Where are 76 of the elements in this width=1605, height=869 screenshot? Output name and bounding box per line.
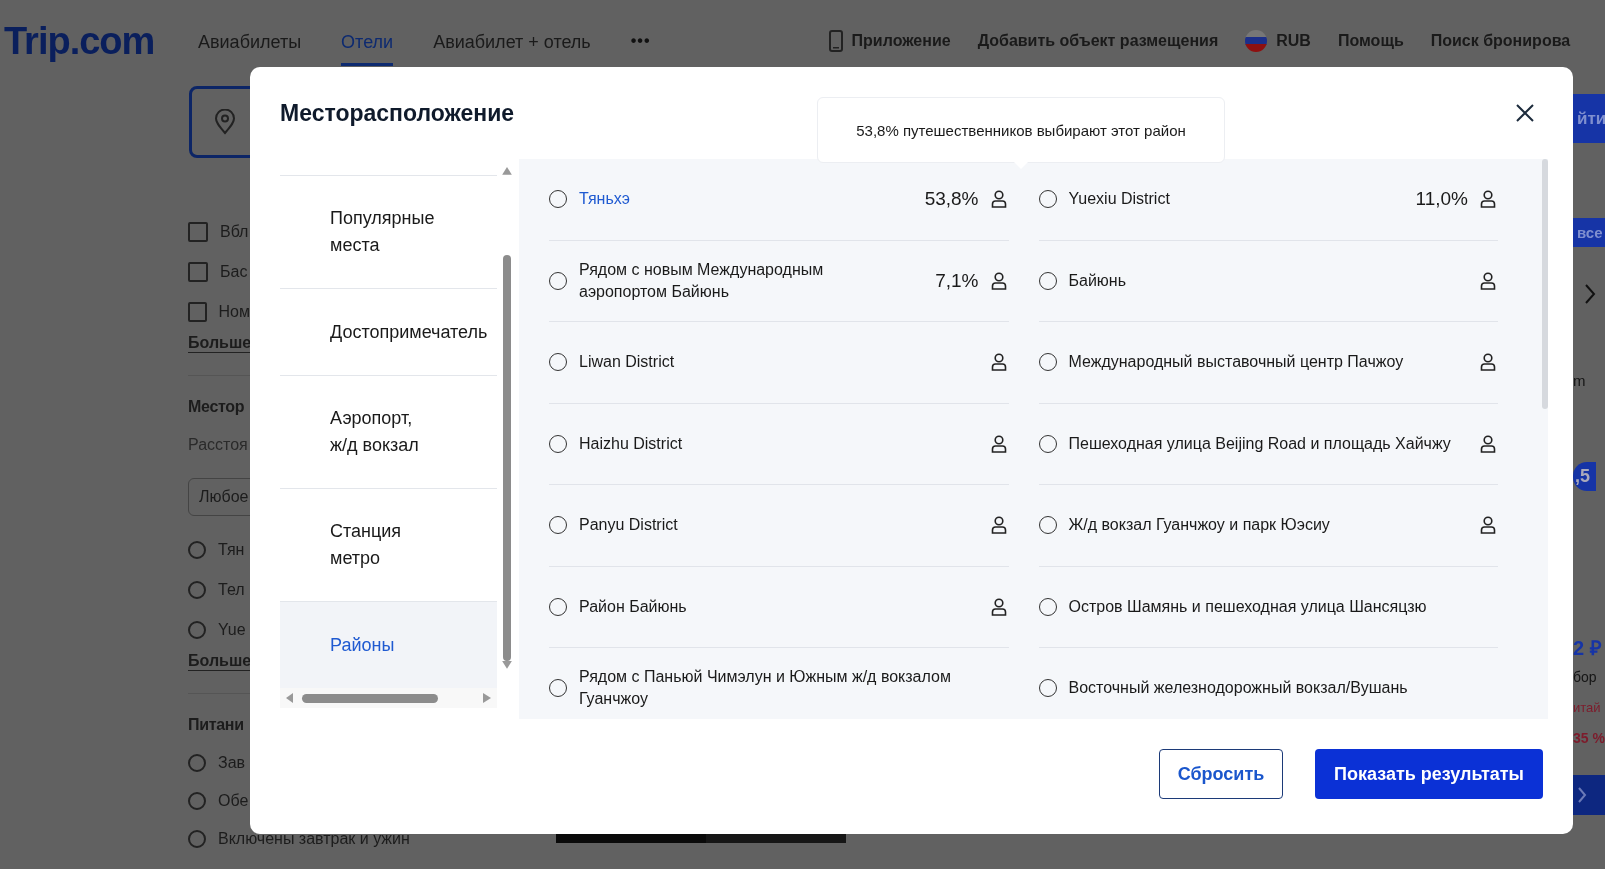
district-name: Рядом с новым Международным аэропортом Байюнь [579,259,825,302]
checkbox[interactable] [188,262,208,282]
horizontal-scrollbar[interactable] [280,688,497,708]
district-name: Международный выставочный центр Пачжоу [1068,352,1405,373]
traveler-share: 53,8% [924,188,979,211]
category-tab[interactable]: Районы [280,602,497,688]
radio-button[interactable] [188,754,206,772]
district-option[interactable]: Тяньхэ 53,8% [549,159,1009,241]
filter-label: Тян [218,541,245,559]
rating-badge: ,5 [1573,462,1596,491]
section-title: Питани [188,716,245,734]
flag-icon [1245,30,1268,52]
district-name: Остров Шамянь и пешеходная улица Шансяцзю [1068,596,1428,617]
checkbox[interactable] [188,222,208,242]
district-option[interactable]: Yuexiu District 11,0% [1038,159,1498,241]
district-name: Тяньхэ [579,189,631,210]
district-name: Panyu District [579,515,679,536]
category-tab[interactable]: Популярные места [280,176,497,289]
traveler-share: 7,1% [935,269,979,292]
checkbox[interactable] [188,302,207,322]
radio-button[interactable] [188,541,206,559]
filter-label: Зав [218,754,246,772]
district-name: Рядом с Паньюй Чимэлун и Южным ж/д вокзалом Гуанчжоу [579,667,952,710]
filter-label: Yue [218,621,246,639]
chevron-right-icon[interactable] [1583,283,1597,305]
dialog-title: Месторасположение [280,99,515,127]
scroll-up-icon[interactable] [502,167,512,175]
close-icon [1515,103,1535,123]
district-option[interactable]: Район Байюнь [549,566,1009,648]
district-name: Байюнь [1068,270,1127,291]
district-option[interactable]: Пешеходная улица Beijing Road и площадь Хайчжу [1038,403,1498,485]
district-name: Восточный железнодорожный вокзал/Вушань [1068,678,1409,699]
district-option[interactable]: Liwan District [549,322,1009,404]
section-title: Местор [188,398,246,416]
price: 2 ₽ [1573,636,1602,661]
district-name: Район Байюнь [579,596,688,617]
price-note: бор [1573,669,1597,685]
district-name: Ж/д вокзал Гуанчжоу и парк Юэсиу [1068,515,1331,536]
district-option[interactable]: Haizhu District [549,403,1009,485]
radio-button[interactable] [188,792,206,810]
radio-button[interactable] [188,830,206,848]
category-tab[interactable]: Аэропорт, ж/д вокзал [280,376,497,489]
promo-text: итай [1573,700,1601,715]
scroll-left-icon[interactable] [286,693,294,703]
radio-button[interactable] [188,621,206,639]
reset-button[interactable]: Сбросить [1159,749,1283,799]
chevron-right-icon [1577,786,1587,804]
phone-icon [828,30,843,52]
filter-label: Включены завтрак и ужин [218,830,410,848]
district-option[interactable]: Panyu District [549,485,1009,567]
district-name: Пешеходная улица Beijing Road и площадь Хайчжу [1068,433,1452,454]
select-button[interactable] [1573,775,1605,815]
district-option[interactable]: Байюнь [1038,240,1498,322]
district-name: Yuexiu District [1068,189,1171,210]
show-results-button[interactable]: Показать результаты [1315,749,1543,799]
radio-button[interactable] [188,581,206,599]
district-option[interactable]: Ж/д вокзал Гуанчжоу и парк Юэсиу [1038,485,1498,567]
tooltip: 53,8% путешественников выбирают этот район [817,97,1225,163]
filter-label: Вбл [220,223,249,241]
district-option[interactable]: Рядом с Паньюй Чимэлун и Южным ж/д вокзалом Гуанчжоу [549,648,1009,719]
district-option[interactable]: Остров Шамянь и пешеходная улица Шансяцзю [1038,566,1498,648]
scroll-right-icon[interactable] [483,693,491,703]
district-name: Liwan District [579,352,676,373]
section-subtitle: Расстоя [188,436,249,454]
district-option[interactable]: Восточный железнодорожный вокзал/Вушань [1038,648,1498,719]
district-option[interactable]: Рядом с новым Международным аэропортом Байюнь 7,1% [549,240,1009,322]
filter-label: Бас [220,263,248,281]
filter-label: Ном [218,303,250,321]
location-pin-icon [214,109,236,135]
discount-text: 35 % [1573,730,1605,746]
district-name: Haizhu District [579,433,684,454]
traveler-share: 11,0% [1415,188,1468,211]
district-option[interactable]: Международный выставочный центр Пачжоу [1038,322,1498,404]
filter-label: Тел [218,581,245,599]
category-tab[interactable]: Достопримечатель [280,289,497,376]
filter-label: Обе [218,792,249,810]
